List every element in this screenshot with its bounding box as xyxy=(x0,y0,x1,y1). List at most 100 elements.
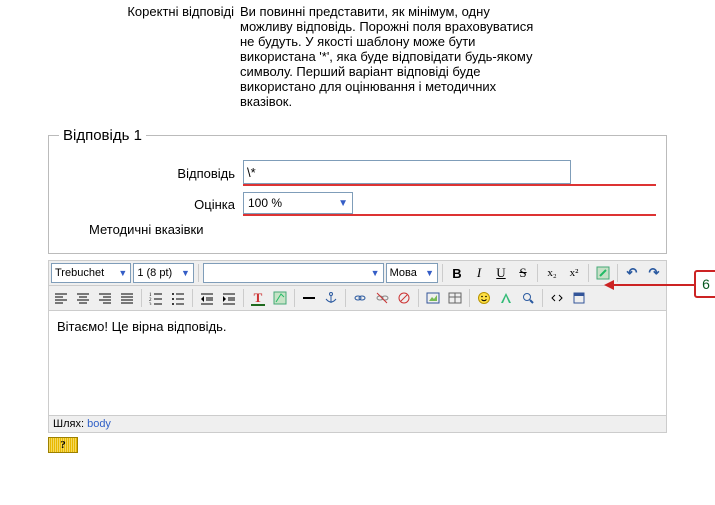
separator xyxy=(588,264,589,282)
chevron-down-icon: ▼ xyxy=(371,268,380,278)
question-icon: ? xyxy=(60,439,66,451)
grade-row: Оцінка 100 % ▼ xyxy=(59,192,656,216)
callout-number-box: 6 xyxy=(694,270,715,298)
align-justify-button[interactable] xyxy=(117,288,137,308)
superscript-button[interactable]: x² xyxy=(564,263,584,283)
font-family-select[interactable]: Trebuchet ▼ xyxy=(51,263,131,283)
unordered-list-button[interactable] xyxy=(168,288,188,308)
feedback-row: Методичні вказівки xyxy=(59,222,656,237)
html-source-icon xyxy=(550,291,564,305)
chevron-down-icon: ▼ xyxy=(181,268,190,278)
editor-path-bar: Шлях: body xyxy=(49,416,666,432)
separator xyxy=(243,289,244,307)
search-icon xyxy=(521,291,535,305)
indent-icon xyxy=(222,291,236,305)
subscript-button[interactable]: x₂ xyxy=(542,263,562,283)
editor-toolbar-2: 123 T xyxy=(49,286,666,311)
clean-button[interactable] xyxy=(593,263,613,283)
editor-content-text: Вітаємо! Це вірна відповідь. xyxy=(57,319,227,334)
separator xyxy=(537,264,538,282)
svg-text:3: 3 xyxy=(149,303,152,305)
special-char-icon xyxy=(499,291,513,305)
text-color-icon: T xyxy=(254,290,263,306)
editor-toolbar-1: Trebuchet ▼ 1 (8 pt) ▼ ▼ Мова ▼ B I U S … xyxy=(49,261,666,286)
separator xyxy=(442,264,443,282)
smiley-icon xyxy=(477,291,491,305)
help-section: Коректні відповіді Ви повинні представит… xyxy=(0,4,715,127)
align-right-button[interactable] xyxy=(95,288,115,308)
grade-select[interactable]: 100 % ▼ xyxy=(243,192,353,214)
separator xyxy=(617,264,618,282)
align-justify-icon xyxy=(120,291,134,305)
italic-button[interactable]: I xyxy=(469,263,489,283)
unordered-list-icon xyxy=(171,291,185,305)
nolink-button[interactable] xyxy=(394,288,414,308)
align-left-icon xyxy=(54,291,68,305)
callout-number: 6 xyxy=(702,276,710,292)
feedback-label: Методичні вказівки xyxy=(59,222,212,237)
strikethrough-button[interactable]: S xyxy=(513,263,533,283)
undo-button[interactable]: ↶ xyxy=(622,263,642,283)
font-size-select[interactable]: 1 (8 pt) ▼ xyxy=(133,263,194,283)
hr-button[interactable] xyxy=(299,288,319,308)
table-button[interactable] xyxy=(445,288,465,308)
answer-label: Відповідь xyxy=(59,166,243,181)
separator xyxy=(294,289,295,307)
align-right-icon xyxy=(98,291,112,305)
hr-icon xyxy=(302,291,316,305)
language-value: Мова xyxy=(390,267,417,279)
separator xyxy=(469,289,470,307)
help-label: Коректні відповіді xyxy=(8,4,240,19)
separator xyxy=(542,289,543,307)
clean-icon xyxy=(595,265,611,281)
answer-1-legend: Відповідь 1 xyxy=(59,127,146,144)
align-center-icon xyxy=(76,291,90,305)
ordered-list-icon: 123 xyxy=(149,291,163,305)
align-left-button[interactable] xyxy=(51,288,71,308)
special-char-button[interactable] xyxy=(496,288,516,308)
bold-button[interactable]: B xyxy=(447,263,467,283)
table-icon xyxy=(448,291,462,305)
answer-row: Відповідь xyxy=(59,160,656,186)
separator xyxy=(345,289,346,307)
text-color-button[interactable]: T xyxy=(248,288,268,308)
font-size-value: 1 (8 pt) xyxy=(137,267,172,279)
html-source-button[interactable] xyxy=(547,288,567,308)
answer-input[interactable] xyxy=(243,160,571,184)
editor-content-area[interactable]: Вітаємо! Це вірна відповідь. xyxy=(49,311,666,416)
redo-button[interactable]: ↷ xyxy=(644,263,664,283)
nolink-icon xyxy=(397,291,411,305)
unlink-button[interactable] xyxy=(372,288,392,308)
separator xyxy=(192,289,193,307)
style-select[interactable]: ▼ xyxy=(203,263,384,283)
link-icon xyxy=(353,291,367,305)
editor-help-toggle[interactable]: ? xyxy=(48,437,78,453)
grade-label: Оцінка xyxy=(59,197,243,212)
outdent-button[interactable] xyxy=(197,288,217,308)
image-button[interactable] xyxy=(423,288,443,308)
image-icon xyxy=(426,291,440,305)
font-family-value: Trebuchet xyxy=(55,267,104,279)
anchor-button[interactable] xyxy=(321,288,341,308)
align-center-button[interactable] xyxy=(73,288,93,308)
language-select[interactable]: Мова ▼ xyxy=(386,263,438,283)
link-button[interactable] xyxy=(350,288,370,308)
fullscreen-icon xyxy=(572,291,586,305)
chevron-down-icon: ▼ xyxy=(425,268,434,278)
grade-value: 100 % xyxy=(248,196,282,210)
emoticon-button[interactable] xyxy=(474,288,494,308)
separator xyxy=(198,264,199,282)
separator xyxy=(141,289,142,307)
separator xyxy=(418,289,419,307)
unlink-icon xyxy=(375,291,389,305)
search-button[interactable] xyxy=(518,288,538,308)
bg-color-button[interactable] xyxy=(270,288,290,308)
underline-button[interactable]: U xyxy=(491,263,511,283)
outdent-icon xyxy=(200,291,214,305)
answer-1-fieldset: Відповідь 1 Відповідь Оцінка 100 % ▼ Мет… xyxy=(48,127,667,254)
help-text: Ви повинні представити, як мінімум, одну… xyxy=(240,4,540,109)
fullscreen-button[interactable] xyxy=(569,288,589,308)
path-body-link[interactable]: body xyxy=(87,418,111,430)
ordered-list-button[interactable]: 123 xyxy=(146,288,166,308)
indent-button[interactable] xyxy=(219,288,239,308)
